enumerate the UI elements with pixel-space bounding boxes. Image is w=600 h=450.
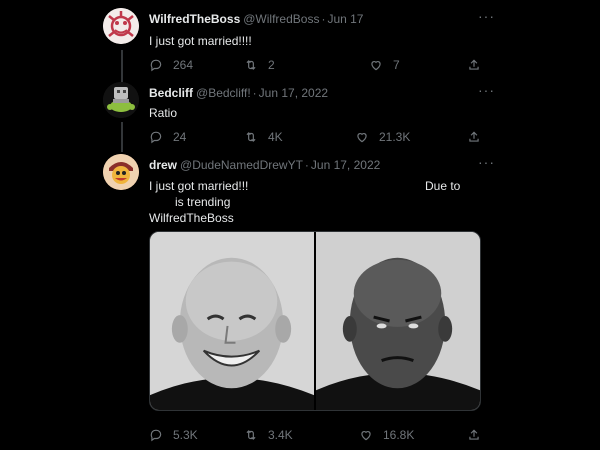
user-handle[interactable]: @Bedcliff!	[196, 86, 251, 100]
retweet-button[interactable]: 4K	[244, 130, 283, 144]
reply-count: 24	[173, 130, 187, 144]
share-icon	[469, 59, 479, 70]
media-image-right[interactable]	[316, 232, 480, 410]
separator-dot: ·	[321, 12, 326, 26]
like-button[interactable]: 16.8K	[359, 428, 414, 442]
smiling-portrait-image	[150, 232, 314, 410]
tweet[interactable]: WilfredTheBoss @WilfredBoss · Jun 17 ··· I …	[95, 8, 495, 78]
tweet-media[interactable]	[149, 231, 481, 411]
share-icon	[469, 131, 479, 142]
user-handle[interactable]: @DudeNamedDrewYT	[180, 158, 303, 172]
retweet-icon	[246, 60, 256, 70]
reply-count: 264	[173, 58, 194, 72]
media-image-left[interactable]	[150, 232, 314, 410]
share-button[interactable]	[467, 428, 491, 442]
like-icon	[357, 133, 367, 143]
tweet-actions: 5.3K 3.4K 16.8K	[149, 428, 489, 446]
tweet-text: I just got married!!!!	[149, 34, 252, 48]
reply-button[interactable]: 5.3K	[149, 428, 198, 442]
avatar-image	[103, 8, 139, 44]
tweet-header: WilfredTheBoss @WilfredBoss · Jun 17	[149, 11, 363, 27]
avatar-image	[103, 82, 139, 118]
tweet-text-line-3: WilfredTheBoss	[149, 211, 234, 225]
separator-dot: ·	[252, 86, 257, 100]
retweet-icon	[246, 430, 256, 440]
reply-count: 5.3K	[173, 428, 198, 442]
more-icon[interactable]: ···	[478, 8, 495, 24]
avatar[interactable]	[103, 8, 139, 44]
tweet-text-line-2: is trending	[175, 195, 231, 209]
tweet[interactable]: drew @DudeNamedDrewYT · Jun 17, 2022 ··· I …	[95, 154, 495, 444]
like-button[interactable]: 21.3K	[355, 130, 410, 144]
timestamp[interactable]: Jun 17, 2022	[311, 158, 380, 172]
like-icon	[371, 61, 381, 71]
reply-button[interactable]: 24	[149, 130, 186, 144]
tweet[interactable]: Bedcliff @Bedcliff! · Jun 17, 2022 ··· Rati…	[95, 82, 495, 152]
reply-button[interactable]: 264	[149, 58, 193, 72]
display-name[interactable]: WilfredTheBoss	[149, 12, 240, 26]
timeline: WilfredTheBoss @WilfredBoss · Jun 17 ··· I …	[0, 0, 600, 450]
display-name[interactable]: drew	[149, 158, 177, 172]
share-icon	[469, 429, 479, 440]
tweet-actions: 264 2 7	[149, 58, 489, 76]
like-count: 21.3K	[379, 130, 411, 144]
timestamp[interactable]: Jun 17, 2022	[259, 86, 328, 100]
avatar-image	[103, 154, 139, 190]
tweet-text-line-1: I just got married!!!	[149, 179, 249, 193]
more-icon[interactable]: ···	[478, 82, 495, 98]
retweet-button[interactable]: 2	[244, 58, 275, 72]
retweet-count: 4K	[268, 130, 283, 144]
like-icon	[361, 431, 371, 441]
share-button[interactable]	[467, 130, 491, 144]
like-count: 7	[393, 58, 400, 72]
display-name[interactable]: Bedcliff	[149, 86, 193, 100]
reply-icon	[150, 59, 162, 72]
separator-dot: ·	[304, 158, 309, 172]
like-button[interactable]: 7	[369, 58, 400, 72]
tweet-actions: 24 4K 21.3K	[149, 130, 489, 148]
timestamp[interactable]: Jun 17	[327, 12, 363, 26]
reply-icon	[150, 429, 162, 442]
retweet-count: 2	[268, 58, 275, 72]
reply-icon	[150, 131, 162, 144]
retweet-count: 3.4K	[268, 428, 293, 442]
retweet-icon	[246, 132, 256, 142]
avatar[interactable]	[103, 82, 139, 118]
user-handle[interactable]: @WilfredBoss	[243, 12, 319, 26]
retweet-button[interactable]: 3.4K	[244, 428, 293, 442]
serious-portrait-image	[316, 232, 480, 410]
tweet-header: Bedcliff @Bedcliff! · Jun 17, 2022	[149, 85, 328, 101]
tweet-text-right: Due to	[425, 179, 461, 193]
like-count: 16.8K	[383, 428, 415, 442]
tweet-header: drew @DudeNamedDrewYT · Jun 17, 2022	[149, 157, 380, 173]
more-icon[interactable]: ···	[478, 154, 495, 170]
avatar[interactable]	[103, 154, 139, 190]
tweet-text: Ratio	[149, 106, 178, 120]
share-button[interactable]	[467, 58, 491, 72]
